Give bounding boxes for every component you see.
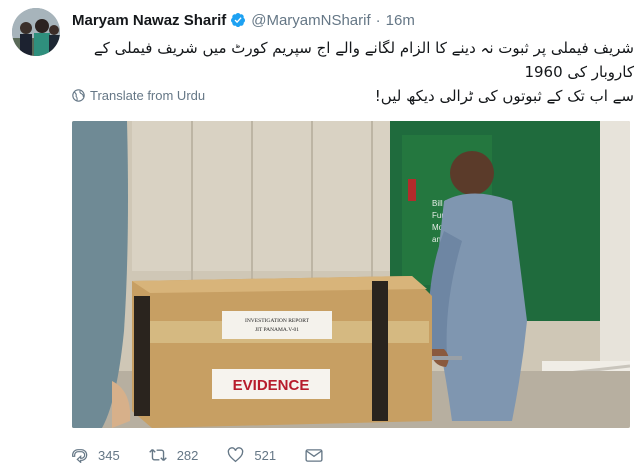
verified-badge-icon <box>231 13 246 28</box>
like-button[interactable]: 521 <box>227 447 276 463</box>
evidence-label: EVIDENCE <box>233 377 310 394</box>
reply-icon <box>72 449 88 463</box>
paper-line-1: INVESTIGATION REPORT <box>245 318 310 324</box>
like-count: 521 <box>254 447 277 463</box>
avatar-image <box>12 8 60 56</box>
author-handle[interactable]: @MaryamNSharif <box>251 12 370 29</box>
author-name[interactable]: Maryam Nawaz Sharif <box>72 12 226 29</box>
translate-link[interactable]: Translate from Urdu <box>72 88 205 103</box>
globe-icon <box>72 89 85 102</box>
reply-button[interactable]: 345 <box>72 447 120 463</box>
author-avatar[interactable] <box>12 8 60 56</box>
tweet-header: Maryam Nawaz Sharif @MaryamNSharif · 16m <box>72 10 415 30</box>
direct-message-button[interactable] <box>305 448 333 463</box>
like-icon <box>228 447 244 463</box>
tweet-media[interactable]: Bill Payme Funds Tran Mobile Sol and m I… <box>72 121 630 428</box>
retweet-icon <box>148 448 167 462</box>
media-scene: Bill Payme Funds Tran Mobile Sol and m I… <box>72 121 630 428</box>
paper-line-2: JIT PANAMA.V-01 <box>255 327 299 333</box>
retweet-button[interactable]: 282 <box>148 447 199 463</box>
tweet-text-line-1: شریف فیملی پر ثبوت نہ دینے کا الزام لگان… <box>93 39 634 81</box>
tweet-actions: 345 282 521 <box>72 445 333 465</box>
retweet-count: 282 <box>176 447 199 463</box>
reply-count: 345 <box>98 447 120 463</box>
direct-message-icon <box>305 448 323 462</box>
tweet-timestamp[interactable]: 16m <box>386 12 415 29</box>
translate-label: Translate from Urdu <box>90 88 206 103</box>
separator-dot: · <box>375 11 381 29</box>
